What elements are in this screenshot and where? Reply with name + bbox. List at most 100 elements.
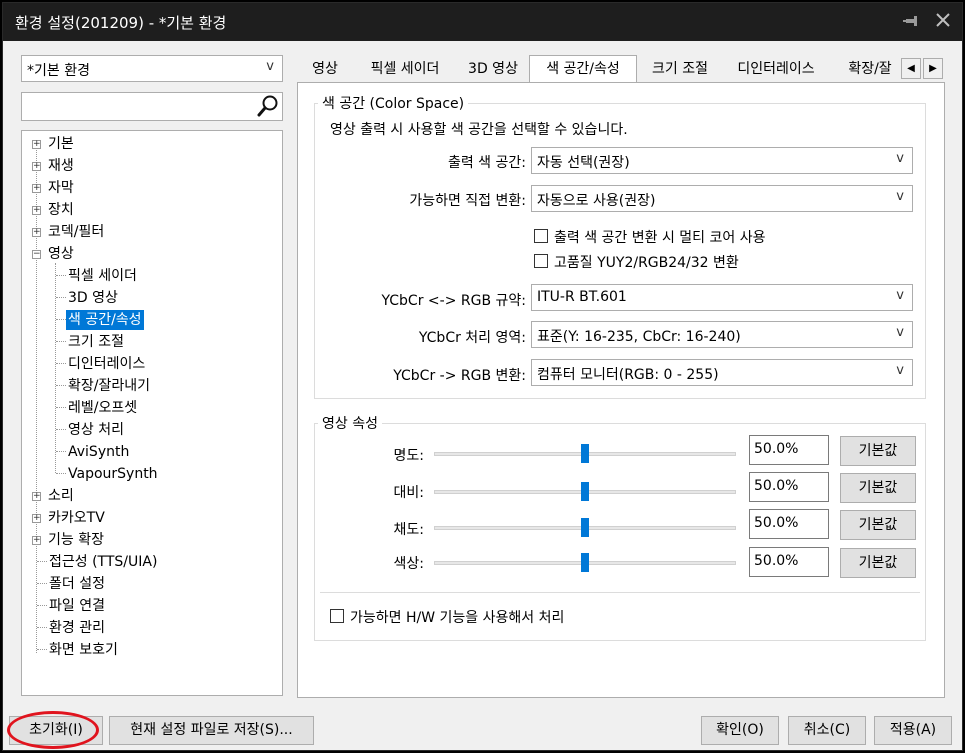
expand-icon[interactable]: + <box>32 536 41 545</box>
button-label: 기본값 <box>858 517 898 533</box>
checkbox-label: 고품질 YUY2/RGB24/32 변환 <box>554 255 739 271</box>
select-value: 표준(Y: 16-235, CbCr: 16-240) <box>537 329 741 345</box>
tree-item-label: 카카오TV <box>48 510 105 526</box>
button-label: 적용(A) <box>889 722 937 738</box>
hue-value[interactable]: 50.0% <box>749 547 829 577</box>
apply-button[interactable]: 적용(A) <box>874 716 952 745</box>
search-icon[interactable] <box>256 94 280 118</box>
brightness-slider[interactable] <box>434 443 736 463</box>
tab-color-space[interactable]: 색 공간/속성 <box>529 55 637 83</box>
select-value: ITU-R BT.601 <box>537 289 627 305</box>
tree-item-label: AviSynth <box>68 444 130 460</box>
high-quality-checkbox[interactable]: 고품질 YUY2/RGB24/32 변환 <box>534 252 834 272</box>
multicore-checkbox[interactable]: 출력 색 공간 변환 시 멀티 코어 사용 <box>534 227 834 247</box>
video-properties-title: 영상 속성 <box>318 413 382 433</box>
ycbcr-range-select[interactable]: 표준(Y: 16-235, CbCr: 16-240) v <box>531 321 913 348</box>
collapse-icon[interactable]: − <box>32 250 41 259</box>
tree-item-label: 파일 연결 <box>49 598 105 614</box>
tree-item-label: 소리 <box>48 488 74 504</box>
slider-thumb[interactable] <box>581 482 589 501</box>
checkbox-box[interactable] <box>534 254 548 268</box>
tree-item-label: 환경 관리 <box>49 620 105 636</box>
save-to-file-button[interactable]: 현재 설정 파일로 저장(S)... <box>109 716 314 745</box>
expand-icon[interactable]: + <box>32 492 41 501</box>
expand-icon[interactable]: + <box>32 184 41 193</box>
pin-icon[interactable] <box>903 12 921 30</box>
window-title: 환경 설정(201209) - *기본 환경 <box>15 14 227 32</box>
hw-processing-checkbox[interactable]: 가능하면 H/W 기능을 사용해서 처리 <box>330 607 630 627</box>
tab-expand-crop[interactable]: 확장/잘 <box>839 58 901 82</box>
tree-item-label: 기능 확장 <box>48 532 104 548</box>
tree-item-label: 영상 <box>48 246 74 262</box>
tree-item-label: 코덱/필터 <box>48 224 105 240</box>
profile-value: *기본 환경 <box>27 63 90 79</box>
settings-window: 환경 설정(201209) - *기본 환경 *기본 환경 v + 기본 + 재… <box>2 2 963 751</box>
ycbcr-rgb-conversion-label: YCbCr -> RGB 변환: <box>393 368 526 384</box>
search-input[interactable] <box>21 92 283 121</box>
cancel-button[interactable]: 취소(C) <box>788 716 866 745</box>
tree-item-label: 픽셀 세이더 <box>68 268 137 284</box>
slider-thumb[interactable] <box>581 444 589 463</box>
tree-item-label: 색 공간/속성 <box>66 310 144 330</box>
tab-deinterlace[interactable]: 디인터레이스 <box>725 58 827 82</box>
button-label: 초기화(I) <box>29 722 83 738</box>
color-space-description: 영상 출력 시 사용할 색 공간을 선택할 수 있습니다. <box>330 122 628 138</box>
tab-panel: 색 공간 (Color Space) 영상 출력 시 사용할 색 공간을 선택할… <box>297 82 945 698</box>
tab-pixel-shader[interactable]: 픽셀 세이더 <box>355 58 455 82</box>
close-icon[interactable] <box>933 10 953 30</box>
expand-icon[interactable]: + <box>32 206 41 215</box>
button-label: 현재 설정 파일로 저장(S)... <box>130 722 293 738</box>
reset-button[interactable]: 초기화(I) <box>9 716 103 745</box>
ok-button[interactable]: 확인(O) <box>701 716 779 745</box>
profile-dropdown[interactable]: *기본 환경 v <box>21 55 283 82</box>
tab-bar: 영상 픽셀 세이더 3D 영상 색 공간/속성 크기 조절 디인터레이스 확장/… <box>297 55 945 83</box>
tree-item-label: 재생 <box>48 158 74 174</box>
tab-3d-video[interactable]: 3D 영상 <box>457 58 529 82</box>
contrast-slider[interactable] <box>434 481 736 501</box>
tree-item-label: 3D 영상 <box>68 290 118 306</box>
chevron-down-icon: v <box>896 189 904 204</box>
tab-video[interactable]: 영상 <box>299 58 351 82</box>
value-text: 50.0% <box>754 478 799 494</box>
title-bar: 환경 설정(201209) - *기본 환경 <box>3 3 962 41</box>
tab-scroll-left-icon[interactable]: ◀ <box>901 58 921 79</box>
value-text: 50.0% <box>754 441 799 457</box>
hue-default-button[interactable]: 기본값 <box>840 548 916 578</box>
value-text: 50.0% <box>754 515 799 531</box>
expand-icon[interactable]: + <box>32 514 41 523</box>
brightness-default-button[interactable]: 기본값 <box>840 436 916 466</box>
tree-item-label: 접근성 (TTS/UIA) <box>49 554 158 570</box>
direct-conversion-select[interactable]: 자동으로 사용(권장) v <box>531 185 913 212</box>
hue-slider[interactable] <box>434 552 736 572</box>
saturation-slider[interactable] <box>434 517 736 537</box>
divider <box>320 592 920 593</box>
slider-thumb[interactable] <box>581 518 589 537</box>
tree-item-label: 레벨/오프셋 <box>68 400 138 416</box>
expand-icon[interactable]: + <box>32 162 41 171</box>
checkbox-label: 가능하면 H/W 기능을 사용해서 처리 <box>350 610 565 626</box>
expand-icon[interactable]: + <box>32 228 41 237</box>
saturation-default-button[interactable]: 기본값 <box>840 510 916 540</box>
chevron-down-icon: v <box>896 363 904 378</box>
slider-thumb[interactable] <box>581 553 589 572</box>
expand-icon[interactable]: + <box>32 140 41 149</box>
tab-scroll-right-icon[interactable]: ▶ <box>923 58 943 79</box>
tree-item-label: 크기 조절 <box>68 334 124 350</box>
saturation-value[interactable]: 50.0% <box>749 509 829 539</box>
tab-resize[interactable]: 크기 조절 <box>639 58 721 82</box>
output-color-space-select[interactable]: 자동 선택(권장) v <box>531 147 913 174</box>
contrast-default-button[interactable]: 기본값 <box>840 473 916 503</box>
tree-item-label: 화면 보호기 <box>49 642 118 658</box>
brightness-value[interactable]: 50.0% <box>749 435 829 465</box>
checkbox-label: 출력 색 공간 변환 시 멀티 코어 사용 <box>554 230 766 246</box>
contrast-label: 대비: <box>393 485 424 501</box>
select-value: 자동 선택(권장) <box>537 155 630 171</box>
ycbcr-rgb-conversion-select[interactable]: 컴퓨터 모니터(RGB: 0 - 255) v <box>531 359 913 386</box>
ycbcr-spec-select[interactable]: ITU-R BT.601 v <box>531 284 913 311</box>
output-color-space-label: 출력 색 공간: <box>447 155 526 171</box>
tree-item-label: 자막 <box>48 180 74 196</box>
tree-item-label: 기본 <box>48 136 74 152</box>
contrast-value[interactable]: 50.0% <box>749 472 829 502</box>
checkbox-box[interactable] <box>534 229 548 243</box>
checkbox-box[interactable] <box>330 609 344 623</box>
